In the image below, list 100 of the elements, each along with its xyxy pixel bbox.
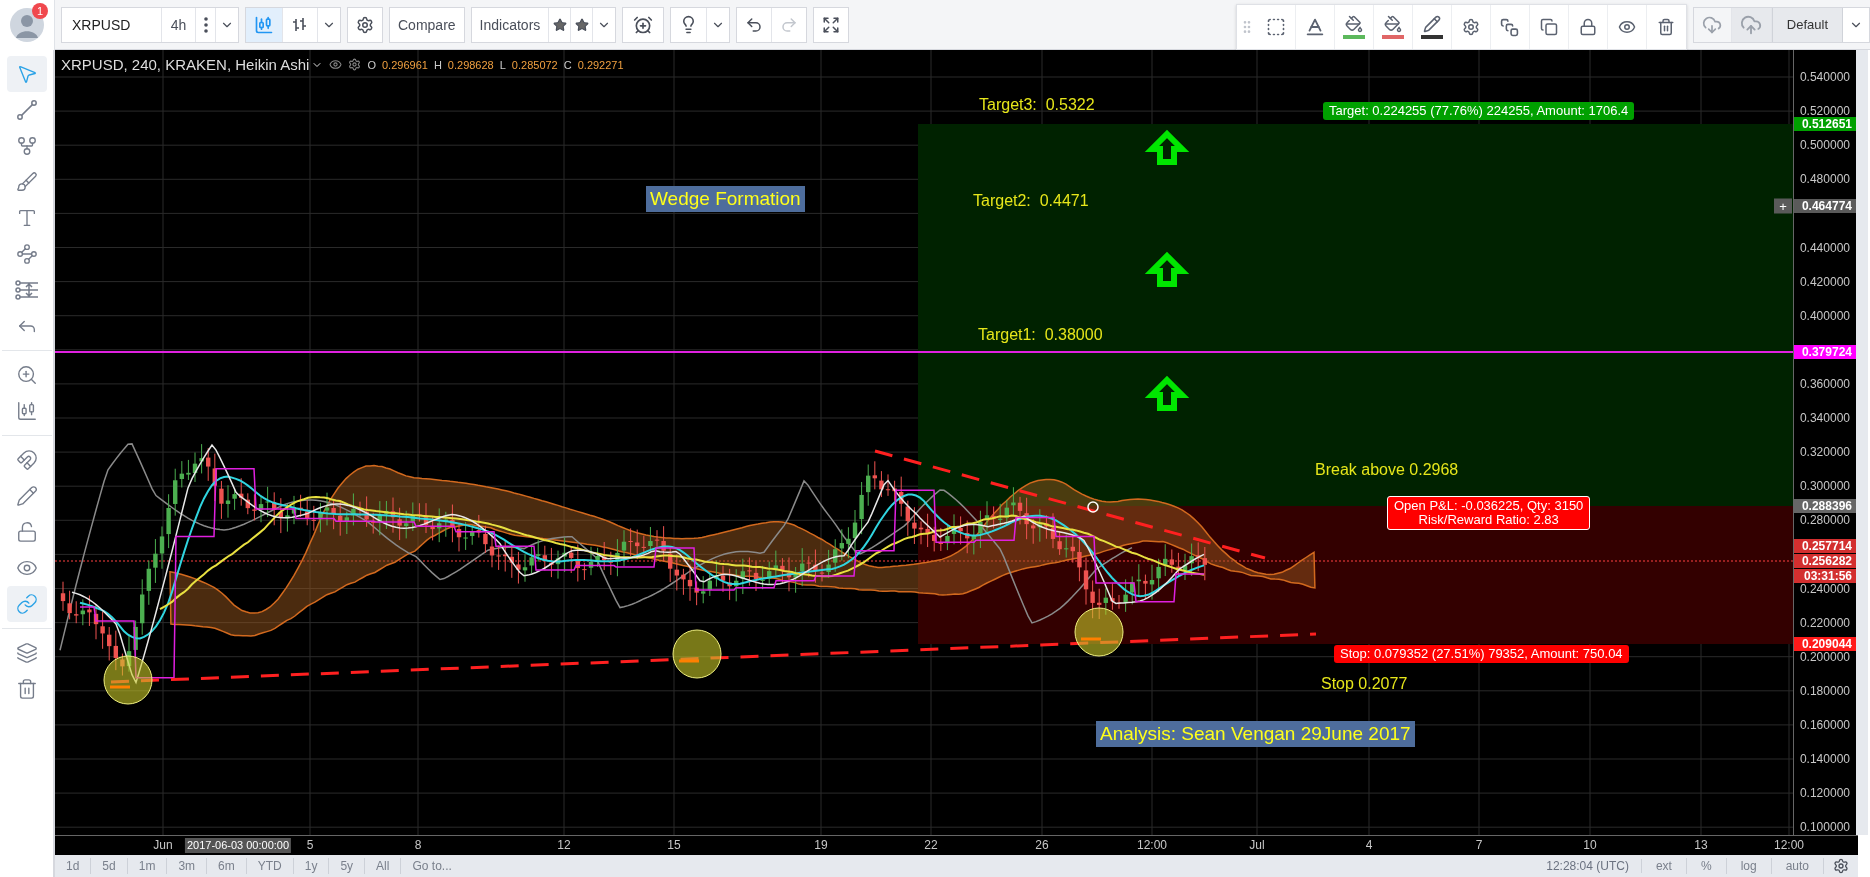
layers-icon [15, 642, 38, 664]
eye-icon [1617, 18, 1636, 36]
settings-icon [1461, 18, 1480, 36]
ohlc-value: 0.292271 [577, 58, 624, 71]
range-button[interactable]: 6m [207, 858, 247, 874]
ohlc-label: H [433, 58, 442, 71]
fullscreen-icon [822, 15, 841, 34]
visibility-button[interactable] [1607, 5, 1647, 49]
link-icon [15, 593, 38, 615]
time-tick: 13 [1693, 838, 1709, 853]
price-tick: 0.500000 [1799, 138, 1850, 153]
price-tick: 0.240000 [1799, 581, 1850, 596]
scrollbar[interactable] [1856, 50, 1868, 835]
price-tag: 0.379724 [1794, 345, 1856, 359]
trash-icon [1657, 18, 1676, 36]
range-button[interactable]: 1d [55, 858, 92, 874]
price-tick: 0.280000 [1799, 513, 1850, 528]
load-button[interactable] [1693, 7, 1732, 42]
ohlc-label: L [499, 58, 506, 71]
lock-button[interactable] [1568, 5, 1608, 49]
more-icon [203, 16, 208, 33]
range-button[interactable]: 5d [91, 858, 128, 874]
fill-color-button[interactable] [1373, 5, 1413, 49]
pattern-icon [15, 243, 38, 265]
time-tick: 19 [813, 838, 829, 853]
zoom-in-icon [15, 364, 38, 386]
range-button[interactable]: 1y [293, 858, 330, 874]
order-button[interactable] [1490, 5, 1530, 49]
price-tick: 0.300000 [1799, 479, 1850, 494]
up-arrow [1144, 251, 1190, 287]
price-tag: 03:31:56 [1794, 569, 1856, 583]
series-title[interactable]: XRPUSD, 240, KRAKEN, Heikin Ashi [61, 56, 324, 73]
price-tag: 0.464774 [1794, 199, 1856, 213]
range-button[interactable]: YTD [246, 858, 294, 874]
range-button[interactable]: 5y [329, 858, 366, 874]
eye-icon[interactable] [329, 58, 343, 71]
magnet-icon [15, 449, 38, 471]
text-style-button[interactable] [1295, 5, 1335, 49]
ohlc-value: 0.296961 [382, 58, 428, 71]
trend-line-icon [15, 99, 38, 121]
time-tick: 4 [1364, 838, 1374, 853]
up-arrow [1144, 375, 1190, 411]
star-icon [574, 17, 589, 32]
anchor-point[interactable] [1087, 501, 1099, 513]
undo-icon [745, 15, 764, 34]
note-label: Analysis: Sean Vengan 29June 2017 [1096, 721, 1415, 747]
time-tick: 2017-06-03 00:00:00 [184, 838, 292, 853]
time-tick: 15 [666, 838, 682, 853]
settings-icon [1833, 858, 1849, 874]
time-tick: 7 [1474, 838, 1484, 853]
paint-bucket-icon [1383, 15, 1402, 33]
add-button[interactable]: + [1774, 198, 1792, 214]
settings-icon[interactable] [348, 58, 362, 71]
highlight-circle [103, 655, 153, 705]
scale-toggle[interactable]: ext [1641, 858, 1687, 874]
range-button[interactable]: All [365, 858, 402, 874]
stacked-squares-icon [1500, 17, 1520, 37]
price-tick: 0.160000 [1799, 717, 1850, 732]
highlight-circle [1074, 607, 1124, 657]
time-tick: 5 [305, 838, 315, 853]
price-tick: 0.220000 [1799, 615, 1850, 630]
settings-button[interactable] [1451, 5, 1491, 49]
layout-name-button[interactable]: Default [1771, 7, 1843, 42]
alarm-clock-icon [633, 14, 654, 35]
price-tick: 0.400000 [1799, 308, 1850, 323]
trash-icon [15, 678, 38, 700]
price-tag: 0.288396 [1794, 499, 1856, 513]
tool-button[interactable] [6, 56, 47, 92]
delete-button[interactable] [1646, 5, 1686, 49]
price-tick: 0.200000 [1799, 649, 1850, 664]
price-tag: 0.512651 [1794, 117, 1856, 131]
range-button[interactable]: 3m [167, 858, 208, 874]
avatar[interactable] [10, 7, 44, 42]
time-tick: 12:00 [1136, 838, 1168, 853]
unlock-icon [15, 521, 38, 543]
tool-button[interactable] [6, 586, 47, 622]
price-tick: 0.340000 [1799, 411, 1850, 425]
cloud-upload-icon [1740, 13, 1763, 36]
line-color-button[interactable] [1412, 5, 1452, 49]
range-button[interactable]: 1m [127, 858, 168, 874]
ohlc-label: C [563, 58, 572, 71]
chart-text: Target2: 0.4471 [973, 192, 1089, 210]
scale-toggle[interactable]: auto [1771, 858, 1824, 874]
price-tag: 0.209044 [1794, 637, 1856, 651]
candles-style-button[interactable] [246, 7, 283, 42]
ohlc-label: O [367, 58, 376, 71]
select-area-button[interactable] [1256, 5, 1296, 49]
price-tag: 0.257714 [1794, 539, 1856, 553]
fork-icon [15, 135, 38, 157]
price-tick: 0.520000 [1799, 104, 1850, 119]
scale-toggle[interactable]: % [1686, 858, 1727, 874]
range-button[interactable]: Go to... [401, 858, 463, 874]
clone-button[interactable] [1529, 5, 1569, 49]
scale-toggle[interactable]: log [1726, 858, 1772, 874]
time-tick: 8 [413, 838, 423, 853]
time-tick: 10 [1582, 838, 1598, 853]
settings-icon [356, 15, 374, 34]
time-tick: 26 [1034, 838, 1050, 853]
price-tick: 0.360000 [1799, 376, 1850, 391]
fill-color-button[interactable] [1334, 5, 1374, 49]
